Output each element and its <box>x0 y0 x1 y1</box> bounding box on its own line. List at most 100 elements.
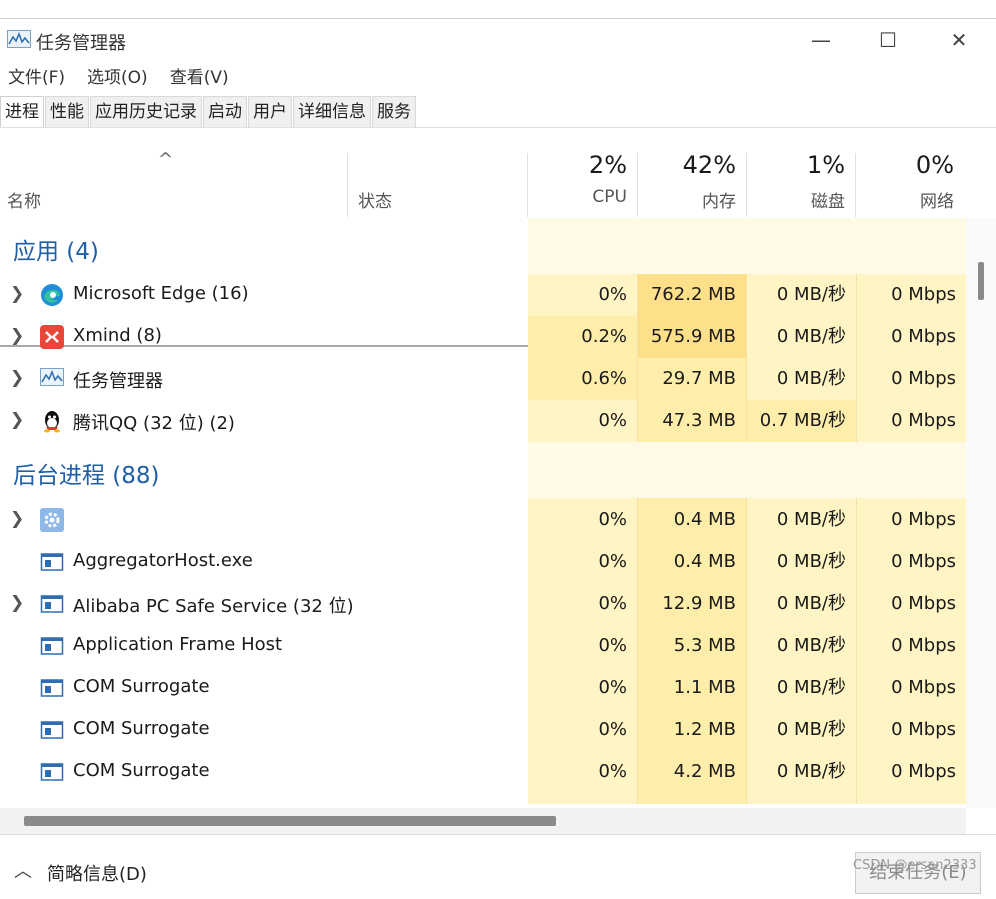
disk-cell: 0 MB/秒 <box>776 326 846 347</box>
tab-processes[interactable]: 进程 <box>0 96 44 128</box>
vertical-scrollbar[interactable] <box>966 218 996 808</box>
column-header: ^ 名称 状态 2% CPU 42% 内存 1% 磁盘 0% 网络 <box>0 149 966 347</box>
column-status[interactable]: 状态 <box>358 187 392 212</box>
maximize-button[interactable]: ☐ <box>853 19 923 61</box>
process-icon <box>40 718 64 742</box>
menu-file[interactable]: 文件(F) <box>0 64 75 92</box>
memory-cell: 12.9 MB <box>662 593 736 614</box>
cpu-cell: 0% <box>598 719 627 740</box>
column-network[interactable]: 网络 <box>854 187 954 212</box>
chevron-right-icon[interactable]: ❯ <box>10 326 24 346</box>
process-row[interactable]: ❯ 任务管理器 0.6% 29.7 MB 0 MB/秒 0 Mbps <box>0 358 966 400</box>
qq-icon <box>40 409 64 433</box>
menu-bar: 文件(F) 选项(O) 查看(V) <box>0 64 243 92</box>
minimize-button[interactable]: — <box>786 19 856 61</box>
process-name: 任务管理器 <box>73 371 163 392</box>
process-row[interactable]: ❯ Xmind (8) 0.2% 575.9 MB 0 MB/秒 0 Mbps <box>0 316 966 358</box>
background-group-row[interactable]: 后台进程 (88) <box>0 442 966 498</box>
process-row[interactable]: Application Frame Host 0% 5.3 MB 0 MB/秒 0 Mb… <box>0 625 966 667</box>
process-name: Alibaba PC Safe Service (32 位) <box>73 596 354 617</box>
tab-bar: 进程 性能 应用历史记录 启动 用户 详细信息 服务 <box>0 96 417 128</box>
minimize-icon: — <box>811 28 831 52</box>
column-memory[interactable]: 内存 <box>636 187 736 212</box>
network-cell: 0 Mbps <box>891 551 956 572</box>
task-manager-icon <box>7 30 31 48</box>
column-disk-percent[interactable]: 1% <box>745 151 845 179</box>
tab-details[interactable]: 详细信息 <box>293 96 371 128</box>
chevron-up-icon[interactable]: ︿ <box>14 857 32 883</box>
process-name: Xmind (8) <box>73 325 162 346</box>
task-manager-window: 任务管理器 — ☐ ✕ 文件(F) 选项(O) 查看(V) 进程 性能 应用历史… <box>0 18 996 899</box>
process-name: COM Surrogate <box>73 676 210 697</box>
disk-cell: 0 MB/秒 <box>776 761 846 782</box>
fewer-details-link[interactable]: 简略信息(D) <box>47 860 147 886</box>
column-cpu[interactable]: CPU <box>527 187 627 207</box>
process-name: Application Frame Host <box>73 634 283 655</box>
chevron-right-icon[interactable]: ❯ <box>10 284 24 304</box>
network-cell: 0 Mbps <box>891 719 956 740</box>
tabs-divider <box>0 127 996 128</box>
watermark: CSDN @ersan2333 <box>853 858 977 873</box>
cpu-cell: 0% <box>598 593 627 614</box>
horizontal-scrollbar[interactable] <box>0 808 966 834</box>
tab-app-history[interactable]: 应用历史记录 <box>90 96 202 128</box>
title-bar[interactable]: 任务管理器 — ☐ ✕ <box>0 19 996 61</box>
memory-cell: 1.2 MB <box>673 719 736 740</box>
task-manager-icon <box>40 367 64 391</box>
disk-cell: 0.7 MB/秒 <box>759 410 846 431</box>
column-name[interactable]: 名称 <box>7 187 41 212</box>
vertical-scroll-thumb[interactable] <box>978 262 984 300</box>
column-memory-percent[interactable]: 42% <box>636 151 736 179</box>
column-network-percent[interactable]: 0% <box>854 151 954 179</box>
cpu-cell: 0% <box>598 551 627 572</box>
disk-cell: 0 MB/秒 <box>776 284 846 305</box>
chevron-right-icon[interactable]: ❯ <box>10 509 24 529</box>
cpu-cell: 0.6% <box>581 368 627 389</box>
close-button[interactable]: ✕ <box>924 19 994 61</box>
apps-group-row[interactable]: 应用 (4) <box>0 218 966 274</box>
memory-cell: 1.1 MB <box>673 677 736 698</box>
process-icon <box>40 634 64 658</box>
process-row[interactable]: ❯ Alibaba PC Safe Service (32 位) 0% 12.9 MB… <box>0 583 966 625</box>
chevron-right-icon[interactable]: ❯ <box>10 368 24 388</box>
process-row[interactable]: COM Surrogate 0% 1.1 MB 0 MB/秒 0 Mbps <box>0 667 966 709</box>
sort-ascending-icon[interactable]: ^ <box>158 149 173 170</box>
process-row[interactable]: ❯ 0% 0.4 MB 0 MB/秒 0 Mbps <box>0 499 966 541</box>
network-cell: 0 Mbps <box>891 410 956 431</box>
process-icon <box>40 592 64 616</box>
footer-divider <box>0 834 996 835</box>
column-disk[interactable]: 磁盘 <box>745 187 845 212</box>
tab-performance[interactable]: 性能 <box>45 96 89 128</box>
chevron-right-icon[interactable]: ❯ <box>10 593 24 613</box>
memory-cell: 29.7 MB <box>662 368 736 389</box>
menu-view[interactable]: 查看(V) <box>162 64 239 92</box>
maximize-icon: ☐ <box>879 28 897 52</box>
cpu-cell: 0% <box>598 509 627 530</box>
process-row[interactable]: ❯ 腾讯QQ (32 位) (2) 0% 47.3 MB 0.7 MB/秒 0 Mbps <box>0 400 966 442</box>
process-name: AggregatorHost.exe <box>73 550 253 571</box>
horizontal-scroll-thumb[interactable] <box>24 816 556 826</box>
network-cell: 0 Mbps <box>891 761 956 782</box>
tab-users[interactable]: 用户 <box>248 96 292 128</box>
process-row[interactable]: COM Surrogate 0% 1.2 MB 0 MB/秒 0 Mbps <box>0 709 966 751</box>
process-row[interactable]: ❯ Microsoft Edge (16) 0% 762.2 MB 0 MB/秒 0 Mb… <box>0 274 966 316</box>
background-group-header[interactable]: 后台进程 (88) <box>13 456 160 490</box>
tab-services[interactable]: 服务 <box>372 96 416 128</box>
apps-group-header[interactable]: 应用 (4) <box>13 232 99 266</box>
network-cell: 0 Mbps <box>891 677 956 698</box>
disk-cell: 0 MB/秒 <box>776 551 846 572</box>
process-row[interactable]: COM Surrogate 0% 4.2 MB 0 MB/秒 0 Mbps <box>0 751 966 793</box>
window-title: 任务管理器 <box>36 33 126 54</box>
xmind-icon <box>40 325 64 349</box>
menu-options[interactable]: 选项(O) <box>79 64 158 92</box>
column-cpu-percent[interactable]: 2% <box>527 151 627 179</box>
gear-icon <box>40 508 64 532</box>
column-separator[interactable] <box>347 153 348 217</box>
network-cell: 0 Mbps <box>891 284 956 305</box>
network-cell: 0 Mbps <box>891 509 956 530</box>
tab-startup[interactable]: 启动 <box>203 96 247 128</box>
close-icon: ✕ <box>950 28 968 52</box>
network-cell: 0 Mbps <box>891 593 956 614</box>
process-row[interactable]: AggregatorHost.exe 0% 0.4 MB 0 MB/秒 0 Mbps <box>0 541 966 583</box>
chevron-right-icon[interactable]: ❯ <box>10 410 24 430</box>
